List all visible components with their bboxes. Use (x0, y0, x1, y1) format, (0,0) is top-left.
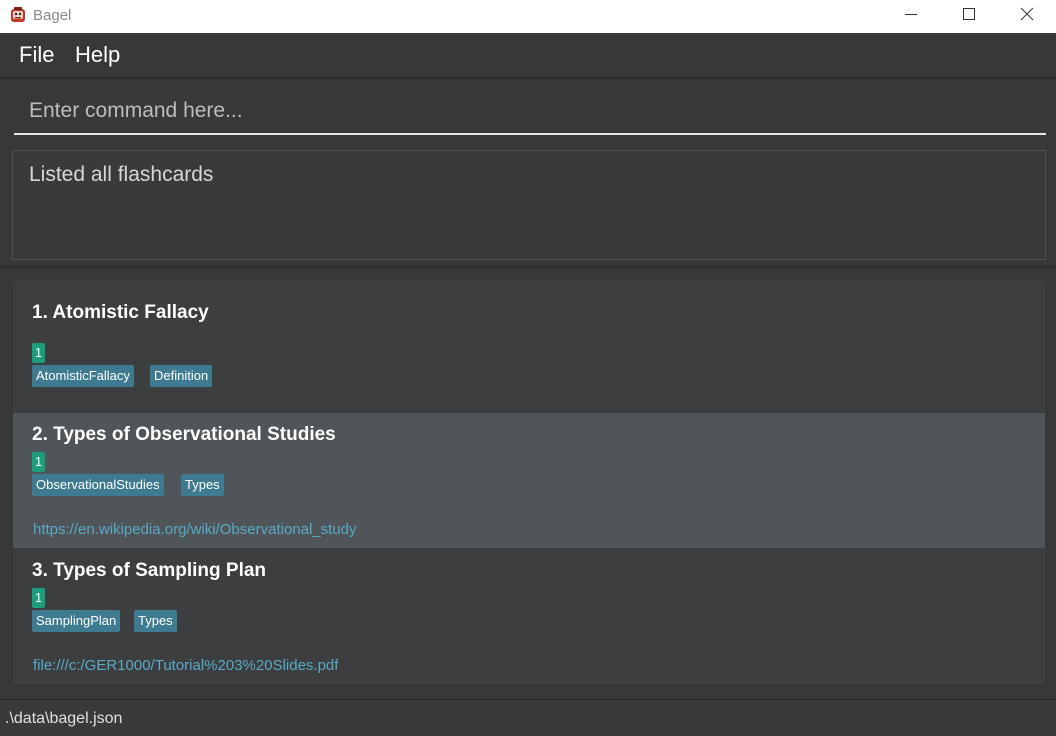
flashcard-count-badge: 1 (32, 343, 45, 363)
flashcard-list[interactable]: 1. Atomistic Fallacy 1 AtomisticFallacy … (0, 268, 1056, 698)
flashcard-item[interactable]: 3. Types of Sampling Plan 1 SamplingPlan… (13, 548, 1045, 684)
flashcard-title: 3. Types of Sampling Plan (32, 560, 267, 581)
flashcard-count-badge: 1 (32, 588, 45, 608)
flashcard-link[interactable]: file:///c:/GER1000/Tutorial%203%20Slides… (33, 657, 338, 674)
flashcard-tag: AtomisticFallacy (32, 365, 134, 387)
status-bar: .\data\bagel.json (0, 699, 1056, 736)
flashcard-tag: SamplingPlan (32, 610, 121, 632)
menu-bar: File Help (0, 33, 1056, 78)
command-box (0, 78, 1056, 144)
menu-file[interactable]: File (19, 42, 54, 68)
command-input[interactable] (14, 88, 1046, 135)
flashcard-tag: Definition (150, 365, 213, 387)
flashcard-title: 2. Types of Observational Studies (32, 424, 336, 445)
flashcard-tag: Types (181, 474, 224, 496)
minimize-button[interactable] (882, 0, 940, 30)
window-title-bar: Bagel (0, 0, 1056, 33)
flashcard-item-selected[interactable]: 2. Types of Observational Studies 1 Obse… (13, 413, 1045, 548)
close-icon (1020, 7, 1034, 21)
maximize-icon (963, 8, 975, 20)
bagel-app-icon (11, 7, 25, 22)
close-button[interactable] (998, 0, 1056, 30)
minimize-icon (905, 14, 917, 15)
save-file-path: .\data\bagel.json (5, 710, 123, 727)
window-title: Bagel (33, 7, 72, 24)
flashcard-title: 1. Atomistic Fallacy (32, 302, 209, 323)
result-message: Listed all flashcards (29, 163, 214, 186)
result-display: Listed all flashcards (12, 150, 1046, 260)
menu-help[interactable]: Help (75, 42, 120, 68)
flashcard-count-badge: 1 (32, 452, 45, 472)
flashcard-tag: ObservationalStudies (32, 474, 164, 496)
flashcard-link[interactable]: https://en.wikipedia.org/wiki/Observatio… (33, 521, 357, 538)
maximize-button[interactable] (940, 0, 998, 30)
flashcard-item[interactable]: 1. Atomistic Fallacy 1 AtomisticFallacy … (13, 281, 1045, 413)
flashcard-tag: Types (134, 610, 177, 632)
